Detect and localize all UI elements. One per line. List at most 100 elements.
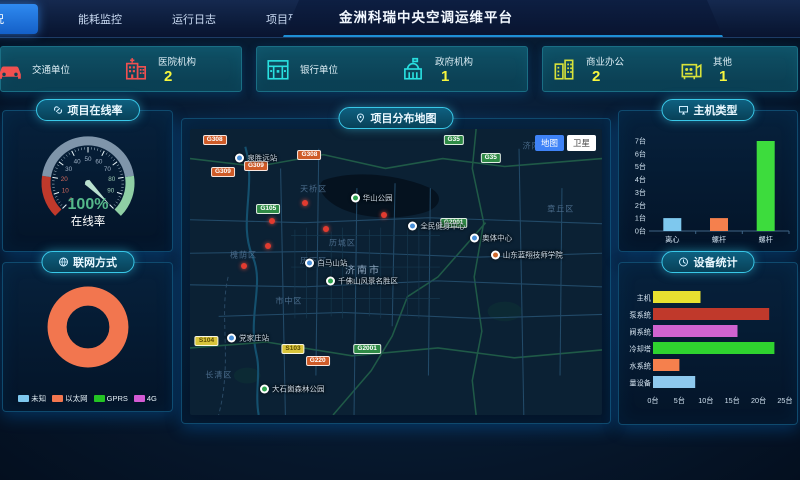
road-shield-G35: G35 — [481, 153, 501, 163]
svg-text:0台: 0台 — [635, 227, 646, 236]
map-district-label: 槐荫区 — [230, 249, 257, 260]
road-shield-G35: G35 — [444, 135, 464, 145]
legend-swatch — [18, 395, 29, 402]
online-rate-gauge: 0102030405060708090100%在线率 — [3, 127, 172, 252]
map-poi-marker[interactable]: 党家庄站 — [227, 332, 269, 343]
stat-label: 商业办公 — [586, 54, 624, 68]
map-poi-marker[interactable]: 华山公园 — [351, 192, 393, 203]
panel-network: 联网方式 未知以太网GPRS4G — [2, 262, 173, 412]
globe-icon — [58, 257, 68, 267]
project-marker[interactable] — [269, 218, 275, 224]
panel-title: 设备统计 — [694, 254, 738, 270]
clock-icon — [679, 257, 689, 267]
road-shield-G308: G308 — [203, 135, 227, 145]
project-marker[interactable] — [381, 212, 387, 218]
project-marker[interactable] — [323, 226, 329, 232]
stat-item-其他: 其他1 — [670, 54, 797, 84]
svg-text:10: 10 — [61, 187, 69, 194]
stat-value: 2 — [586, 69, 624, 84]
panel-title: 主机类型 — [694, 102, 738, 118]
nav-tab-3[interactable]: 运行日志 — [162, 5, 226, 33]
svg-text:50: 50 — [84, 156, 92, 163]
nav-tab-1[interactable]: 概况 — [0, 4, 38, 34]
stat-label: 政府机构 — [435, 54, 473, 68]
svg-text:6台: 6台 — [635, 149, 646, 158]
poi-label: 山东蓝翔技师学院 — [503, 249, 563, 260]
road-shield-S104: S104 — [195, 336, 218, 346]
link-icon — [53, 105, 63, 115]
map-poi-marker[interactable]: 山东蓝翔技师学院 — [491, 249, 563, 260]
map-district-label: 市中区 — [275, 295, 302, 306]
poi-label: 华山公园 — [363, 192, 393, 203]
map-layer-controls: 地图 卫星 — [535, 135, 596, 151]
map-pin-icon — [356, 113, 366, 123]
satellite-view-button[interactable]: 卫星 — [567, 135, 596, 151]
stat-item-交通单位: 交通单位 — [0, 56, 115, 82]
svg-text:4台: 4台 — [635, 175, 646, 184]
poi-dot-icon — [326, 276, 335, 285]
stat-item-政府机构: 政府机构1 — [392, 54, 527, 84]
map-district-label: 章丘区 — [547, 204, 574, 215]
svg-text:冷却塔: 冷却塔 — [629, 345, 651, 354]
svg-text:20台: 20台 — [751, 396, 766, 405]
project-marker[interactable] — [241, 263, 247, 269]
svg-text:5台: 5台 — [674, 396, 685, 405]
svg-text:100%: 100% — [67, 196, 108, 213]
monitor-icon — [679, 105, 689, 115]
map-district-label: 长清区 — [205, 369, 232, 380]
nav-tab-2[interactable]: 能耗监控 — [68, 5, 132, 33]
poi-label: 党家庄站 — [239, 332, 269, 343]
top-navbar: 概况能耗监控运行日志项目列表视频监控 金洲科瑞中央空调运维平台 — [0, 0, 800, 38]
legend-item-GPRS: GPRS — [94, 393, 128, 404]
svg-text:2台: 2台 — [635, 201, 646, 210]
stat-card-3: 商业办公2 其他1 — [542, 46, 798, 92]
svg-text:离心: 离心 — [665, 235, 679, 244]
map-poi-marker[interactable]: 全民健身中心 — [408, 221, 465, 232]
poi-dot-icon — [260, 385, 269, 394]
stat-item-医院机构: 医院机构2 — [115, 54, 241, 84]
map-view-button[interactable]: 地图 — [535, 135, 564, 151]
poi-dot-icon — [235, 153, 244, 162]
stat-value: 2 — [158, 69, 196, 84]
svg-text:水系统: 水系统 — [629, 362, 651, 371]
svg-text:60: 60 — [95, 159, 103, 166]
poi-label: 白马山站 — [317, 258, 347, 269]
svg-text:主机: 主机 — [637, 294, 652, 303]
map-poi-marker[interactable]: 泉胜远站 — [235, 152, 277, 163]
network-legend: 未知以太网GPRS4G — [3, 393, 172, 404]
svg-text:螺杆: 螺杆 — [759, 235, 773, 244]
svg-text:90: 90 — [107, 187, 115, 194]
svg-text:20: 20 — [60, 176, 68, 183]
map-poi-marker[interactable]: 千佛山风景名胜区 — [326, 275, 398, 286]
poi-dot-icon — [491, 250, 500, 259]
map-district-label: 历城区 — [329, 238, 356, 249]
bank-icon — [265, 56, 291, 82]
car-icon — [0, 56, 23, 82]
legend-item-以太网: 以太网 — [52, 393, 88, 404]
project-marker[interactable] — [302, 200, 308, 206]
factory-icon — [678, 56, 704, 82]
legend-item-4G: 4G — [134, 393, 157, 404]
svg-text:3台: 3台 — [635, 188, 646, 197]
svg-text:80: 80 — [108, 176, 116, 183]
panel-map-header: 项目分布地图 — [339, 107, 454, 129]
poi-dot-icon — [227, 333, 236, 342]
road-shield-G105: G105 — [256, 204, 280, 214]
svg-text:阀系统: 阀系统 — [629, 328, 651, 337]
map-poi-marker[interactable]: 大石崮森林公园 — [260, 384, 325, 395]
stat-card-1: 交通单位医院机构2 — [0, 46, 242, 92]
svg-text:1台: 1台 — [635, 214, 646, 223]
map-poi-marker[interactable]: 奥体中心 — [470, 232, 512, 243]
project-marker[interactable] — [265, 243, 271, 249]
panel-title: 项目分布地图 — [371, 110, 437, 126]
stats-row: 交通单位医院机构2银行单位政府机构1商业办公2其他1 — [0, 46, 800, 92]
legend-swatch — [134, 395, 145, 402]
road-shield-S103: S103 — [281, 344, 304, 354]
legend-swatch — [94, 395, 105, 402]
stat-label: 其他 — [713, 54, 732, 68]
map-poi-marker[interactable]: 白马山站 — [305, 258, 347, 269]
project-map[interactable]: 地图 卫星 济南市 天桥区历城区历下区槐荫区市中区长清区章丘区济阳区G308G3… — [190, 129, 602, 415]
stat-value: 1 — [435, 69, 473, 84]
panel-online-rate-header: 项目在线率 — [36, 99, 140, 121]
poi-dot-icon — [351, 193, 360, 202]
